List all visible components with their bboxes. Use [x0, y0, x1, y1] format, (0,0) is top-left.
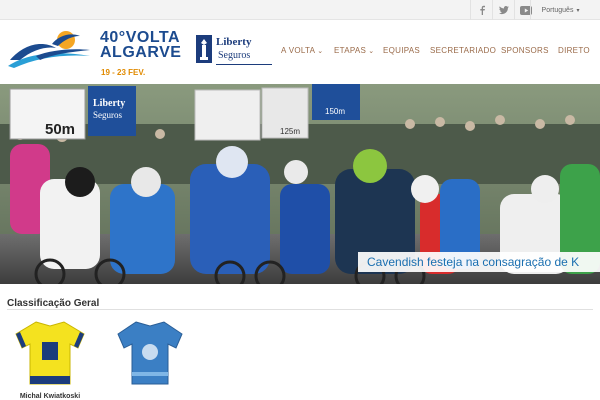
- event-title-line1: 40°VOLTA: [100, 29, 181, 46]
- chevron-down-icon: ▾: [576, 7, 580, 14]
- language-label: Português: [541, 6, 574, 14]
- blue-jersey-image[interactable]: [116, 320, 184, 391]
- distance-banner-label: 50m: [45, 121, 75, 138]
- chevron-down-icon: ⌄: [368, 47, 375, 55]
- nav-item-equipas[interactable]: EQUIPAS: [383, 46, 420, 55]
- section-title: Classificação Geral: [7, 298, 100, 309]
- section-divider: [7, 309, 593, 310]
- nav-item-label: SECRETARIADO: [430, 46, 497, 55]
- nav-item-label: ETAPAS: [334, 46, 367, 55]
- chevron-down-icon: ⌄: [317, 47, 324, 55]
- distance-banner-3: 125m: [280, 127, 300, 136]
- nav-item-etapas[interactable]: ETAPAS ⌄: [334, 46, 374, 55]
- facebook-icon[interactable]: [470, 0, 492, 20]
- nav-item-a-volta[interactable]: A VOLTA ⌄: [281, 46, 323, 55]
- sponsor-subtitle: Seguros: [218, 50, 251, 61]
- distance-banner-2: 150m: [325, 107, 345, 116]
- leader-name[interactable]: Michal Kwiatkoski: [10, 393, 90, 400]
- sponsor-divider: [216, 64, 272, 65]
- sponsor-name: Liberty: [216, 36, 252, 48]
- nav-item-label: A VOLTA: [281, 46, 316, 55]
- language-selector[interactable]: Português ▾: [530, 0, 590, 20]
- nav-item-label: DIRETO: [558, 46, 590, 55]
- hero-slider[interactable]: 50m Liberty Seguros 125m 150m Cavendish …: [0, 84, 600, 284]
- top-bar: Português ▾: [0, 0, 600, 20]
- nav-item-direto[interactable]: DIRETO: [558, 46, 590, 55]
- yellow-jersey-image[interactable]: [14, 320, 86, 391]
- sponsor-logo[interactable]: Liberty Seguros: [194, 33, 274, 69]
- nav-item-sponsors[interactable]: SPONSORS: [501, 46, 549, 55]
- hero-caption[interactable]: Cavendish festeja na consagração de K: [358, 252, 600, 272]
- sponsor-banner-2: [194, 89, 261, 141]
- sponsor-banner-sub: Seguros: [93, 110, 122, 120]
- nav-item-label: SPONSORS: [501, 46, 549, 55]
- event-title: 40°VOLTA ALGARVE: [100, 29, 182, 61]
- nav-item-label: EQUIPAS: [383, 46, 421, 55]
- volta-algarve-logo[interactable]: [6, 26, 92, 75]
- sponsor-banner-name: Liberty: [93, 98, 125, 109]
- twitter-icon[interactable]: [492, 0, 514, 20]
- event-title-line2: ALGARVE: [100, 44, 182, 61]
- nav-item-secretariado[interactable]: SECRETARIADO: [430, 46, 496, 55]
- event-dates: 19 - 23 FEV.: [101, 68, 146, 77]
